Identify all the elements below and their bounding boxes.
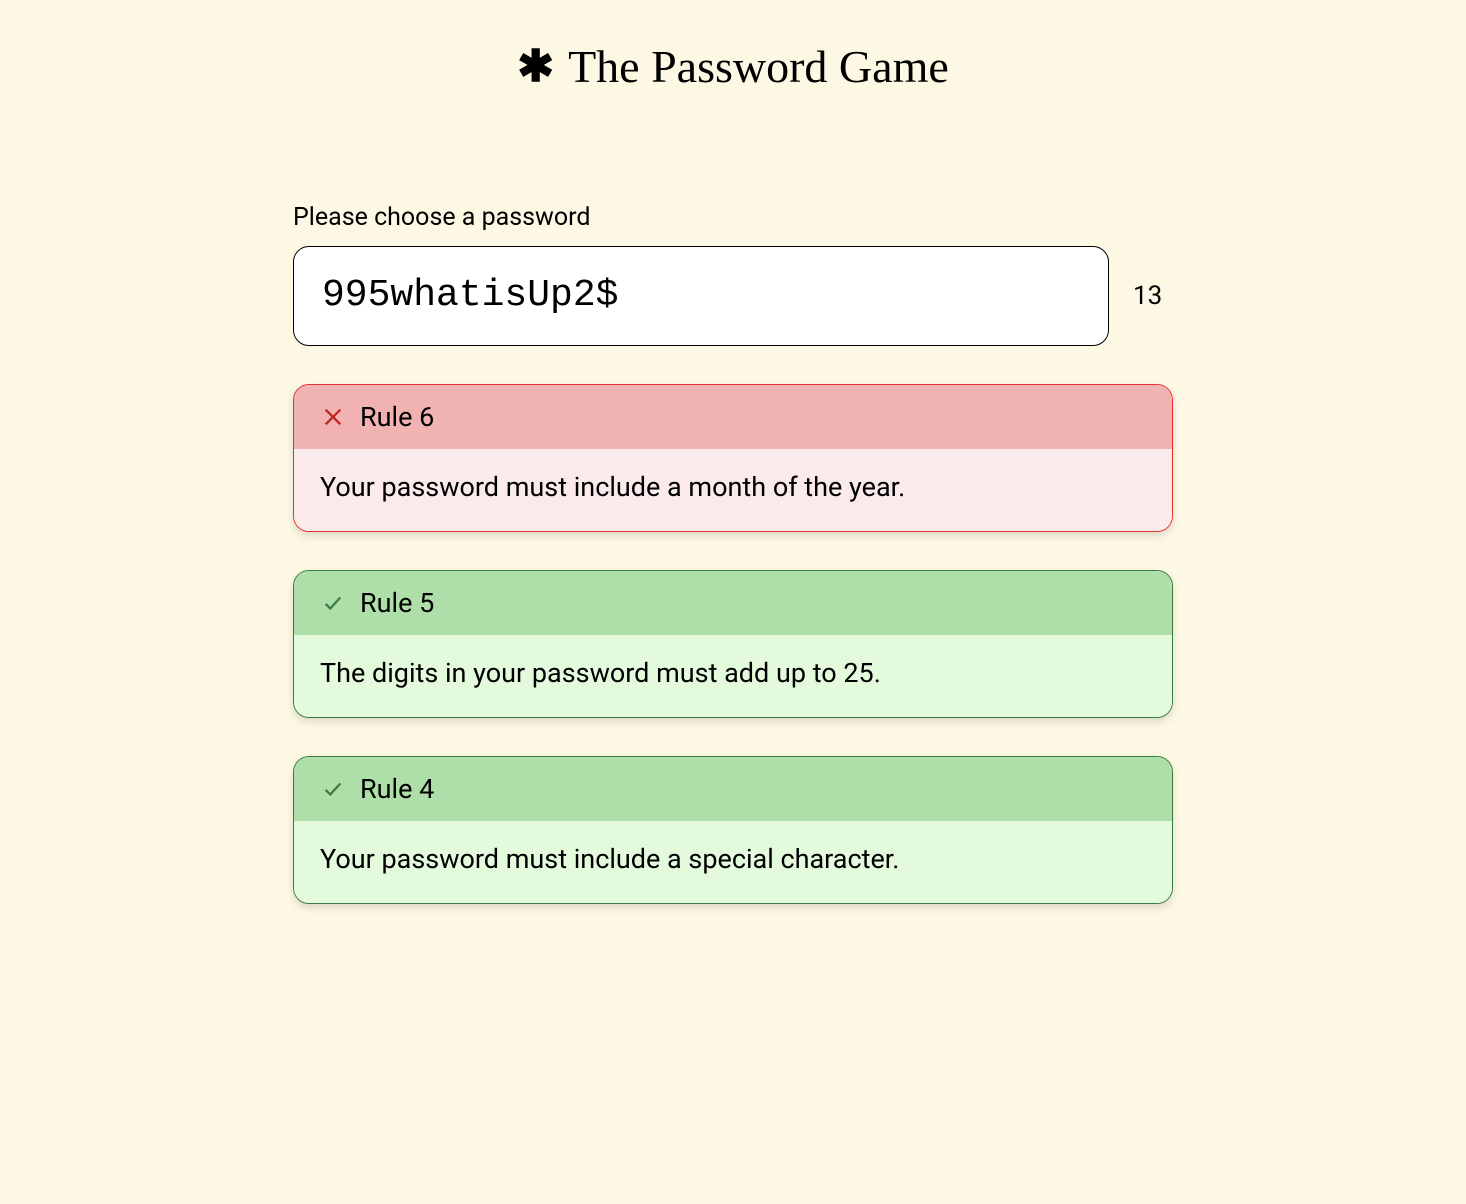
check-icon: [320, 776, 346, 802]
password-input-row: 995whatisUp2$ 13: [293, 246, 1173, 346]
rule-header: Rule 5: [294, 571, 1172, 635]
rule-description: The digits in your password must add up …: [294, 635, 1172, 717]
title-text: The Password Game: [568, 40, 949, 93]
rule-card-4: Rule 4 Your password must include a spec…: [293, 756, 1173, 904]
rule-label: Rule 6: [360, 401, 434, 433]
rule-card-6: Rule 6 Your password must include a mont…: [293, 384, 1173, 532]
rule-label: Rule 4: [360, 773, 434, 805]
rule-description: Your password must include a special cha…: [294, 821, 1172, 903]
rule-card-5: Rule 5 The digits in your password must …: [293, 570, 1173, 718]
rule-header: Rule 4: [294, 757, 1172, 821]
rule-description: Your password must include a month of th…: [294, 449, 1172, 531]
prompt-label: Please choose a password: [293, 203, 1173, 232]
rule-label: Rule 5: [360, 587, 434, 619]
x-icon: [320, 404, 346, 430]
page-title: ✱ The Password Game: [293, 40, 1173, 93]
char-count: 13: [1133, 281, 1173, 311]
rule-header: Rule 6: [294, 385, 1172, 449]
password-input[interactable]: 995whatisUp2$: [293, 246, 1109, 346]
asterisk-icon: ✱: [517, 45, 554, 89]
check-icon: [320, 590, 346, 616]
